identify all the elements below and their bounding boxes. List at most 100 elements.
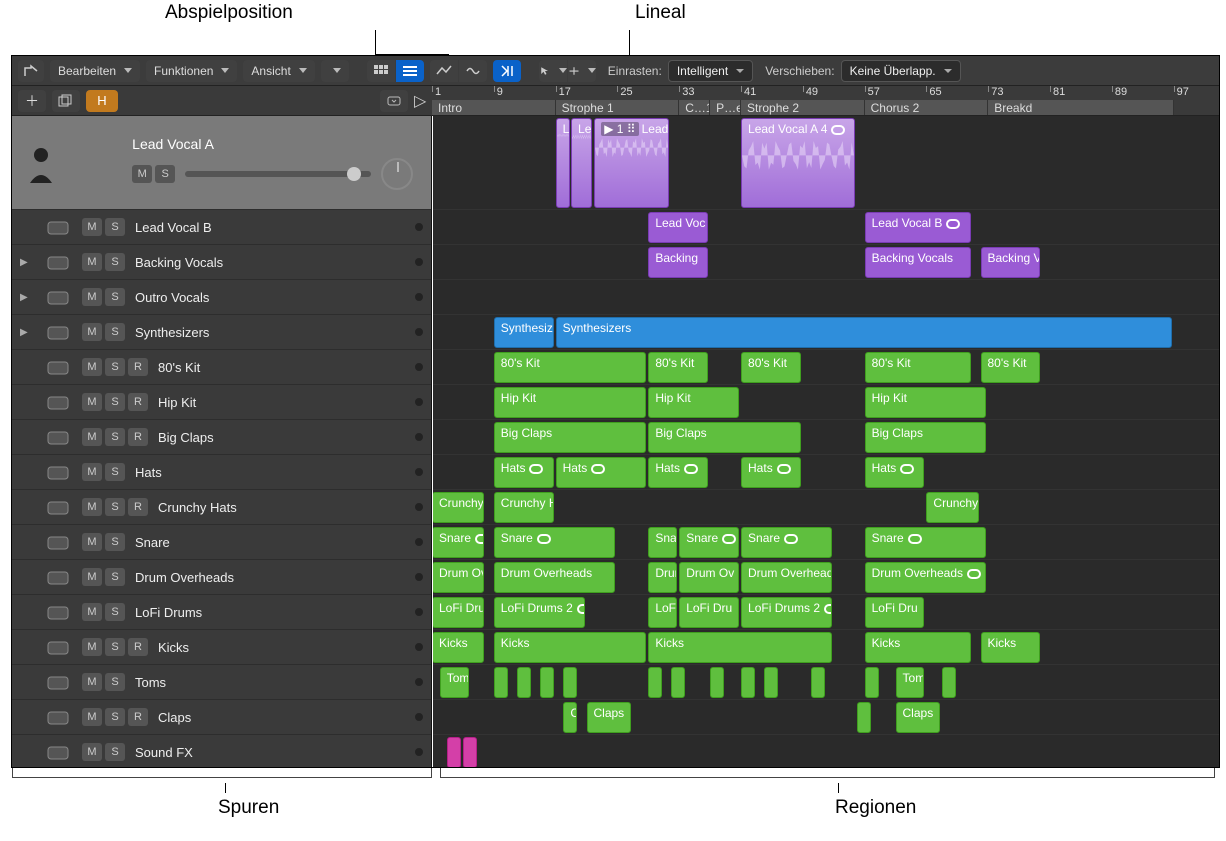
ruler-area[interactable]: 191725334149576573818997 IntroStrophe 1C… [432, 86, 1219, 115]
m-button[interactable]: M [82, 743, 102, 761]
edit-menu[interactable]: Bearbeiten [50, 60, 140, 82]
automation-button[interactable] [430, 60, 458, 82]
region[interactable]: Hats [648, 457, 708, 488]
s-button[interactable]: S [105, 638, 125, 656]
region[interactable]: Backing [648, 247, 708, 278]
track-lane[interactable] [432, 210, 1219, 245]
region[interactable]: LoFi Dru [648, 597, 677, 628]
region[interactable]: Hip Kit [494, 387, 647, 418]
region[interactable]: 80's Kit [741, 352, 801, 383]
s-button[interactable]: S [105, 288, 125, 306]
region[interactable] [648, 667, 662, 698]
track-header[interactable]: MSRBig Claps [12, 420, 431, 455]
disclosure-triangle[interactable]: ▶ [20, 257, 34, 268]
arrangement-marker[interactable]: Intro [432, 100, 556, 115]
region[interactable]: Hats [741, 457, 801, 488]
region[interactable]: Kicks [981, 632, 1041, 663]
s-button[interactable]: S [105, 673, 125, 691]
region[interactable]: Backing Vocals [865, 247, 971, 278]
region[interactable]: Snare [865, 527, 987, 558]
region[interactable] [671, 667, 685, 698]
region[interactable]: 80's Kit [648, 352, 708, 383]
region[interactable]: 80's Kit [494, 352, 647, 383]
region[interactable]: LoFi Drums 2 [494, 597, 585, 628]
track-header[interactable]: MSRKicks [12, 630, 431, 665]
track-header[interactable]: MSRClaps [12, 700, 431, 735]
region[interactable]: Crunchy [432, 492, 484, 523]
region[interactable]: Hip Kit [648, 387, 739, 418]
region[interactable] [865, 667, 879, 698]
region[interactable]: Big Claps [865, 422, 987, 453]
region[interactable]: Big Claps [648, 422, 801, 453]
region[interactable]: Drum Overheads [865, 562, 987, 593]
m-button[interactable]: M [82, 638, 102, 656]
region[interactable]: Hats [865, 457, 925, 488]
region[interactable]: Big Claps [494, 422, 647, 453]
s-button[interactable]: S [105, 603, 125, 621]
region[interactable] [942, 667, 956, 698]
track-header[interactable]: MSToms [12, 665, 431, 700]
region[interactable] [764, 667, 778, 698]
region[interactable]: Drum Ov [679, 562, 739, 593]
m-button[interactable]: M [82, 428, 102, 446]
r-button[interactable]: R [128, 498, 148, 516]
catch-playhead-button[interactable] [493, 60, 521, 82]
volume-slider[interactable] [185, 171, 371, 177]
s-button[interactable]: S [105, 568, 125, 586]
track-header[interactable]: MSHats [12, 455, 431, 490]
grid-view-button[interactable] [367, 60, 395, 82]
r-button[interactable]: R [128, 428, 148, 446]
region[interactable]: LoFi Dru [679, 597, 739, 628]
s-button[interactable]: S [105, 393, 125, 411]
region[interactable]: Kicks [648, 632, 831, 663]
hide-button[interactable]: H [86, 90, 118, 112]
region[interactable]: Kicks [865, 632, 971, 663]
m-button[interactable]: M [82, 323, 102, 341]
region[interactable]: Crunchy [926, 492, 978, 523]
region[interactable]: LoFi Drum [432, 597, 484, 628]
r-button[interactable]: R [128, 358, 148, 376]
disclosure-triangle[interactable]: ▶ [20, 292, 34, 303]
region[interactable]: C [563, 702, 577, 733]
track-header[interactable]: ▶MSOutro Vocals [12, 280, 431, 315]
region[interactable]: Toms [440, 667, 469, 698]
region[interactable]: Synthesizers [556, 317, 1172, 348]
up-level-button[interactable] [18, 60, 44, 82]
track-header[interactable]: MSRHip Kit [12, 385, 431, 420]
m-button[interactable]: M [82, 288, 102, 306]
view-menu[interactable]: Ansicht [243, 60, 314, 82]
s-button[interactable]: S [155, 165, 175, 183]
s-button[interactable]: S [105, 218, 125, 236]
track-header[interactable]: MSSnare [12, 525, 431, 560]
region[interactable] [857, 702, 871, 733]
track-header[interactable]: MSR80's Kit [12, 350, 431, 385]
s-button[interactable]: S [105, 463, 125, 481]
r-button[interactable]: R [128, 708, 148, 726]
region[interactable] [710, 667, 724, 698]
region[interactable]: Lead Vocal A 4 [741, 118, 855, 208]
pointer-tool[interactable] [539, 60, 567, 82]
track-header[interactable]: MSLead Vocal B [12, 210, 431, 245]
arrangement-marker[interactable]: Chorus 2 [865, 100, 989, 115]
region[interactable] [517, 667, 531, 698]
m-button[interactable]: M [82, 463, 102, 481]
region[interactable]: Drum Ov [648, 562, 677, 593]
arrange-area[interactable]: Lead Vocal ALead Vocal A▶ 1 ⠿Lead Vocal … [432, 116, 1219, 767]
region[interactable] [741, 667, 755, 698]
region[interactable] [447, 737, 461, 767]
track-lane[interactable] [432, 245, 1219, 280]
track-lane[interactable] [432, 700, 1219, 735]
region[interactable]: Synthesizers [494, 317, 554, 348]
region[interactable]: Hip Kit [865, 387, 987, 418]
region[interactable]: Drum Overheads [494, 562, 616, 593]
playhead[interactable] [432, 116, 433, 767]
s-button[interactable]: S [105, 323, 125, 341]
region[interactable]: Kicks [494, 632, 647, 663]
region[interactable]: Claps [896, 702, 940, 733]
region[interactable]: Snare [494, 527, 616, 558]
track-header[interactable]: Lead Vocal AMS [12, 116, 431, 210]
s-button[interactable]: S [105, 533, 125, 551]
region[interactable]: Claps [587, 702, 631, 733]
snap-select[interactable]: Intelligent [668, 60, 753, 82]
region[interactable]: Lead Vocal A [556, 118, 570, 208]
